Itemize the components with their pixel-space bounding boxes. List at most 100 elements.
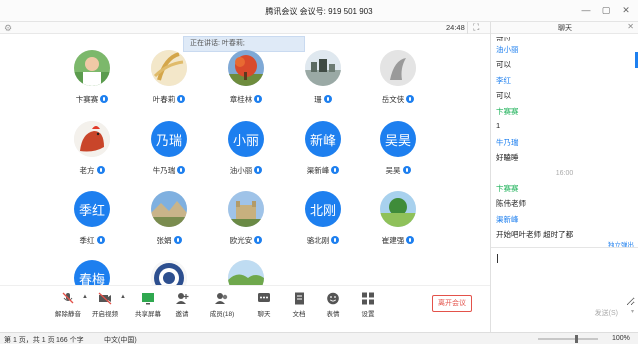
microphone-icon: [323, 95, 332, 104]
participant-name-text: 崔建强: [381, 236, 405, 245]
participant-name-text: 张娟: [156, 236, 172, 245]
participant-tile[interactable]: 张娟: [129, 191, 209, 259]
participant-tile[interactable]: 吴昊 吴昊: [358, 121, 438, 189]
participant-tile[interactable]: 章桂林: [206, 50, 286, 118]
microphone-muted-icon: [61, 292, 75, 305]
video-button[interactable]: 开启视频: [85, 292, 125, 328]
chat-sender[interactable]: 李红: [496, 75, 511, 86]
participant-name: 崔建强: [358, 235, 438, 246]
chat-panel: 聊天 ✕ 可以 油小丽 可以 李红 可以 卞赛赛 1 牛乃瑞 好瞌睡 16:00 卞赛赛 陈伟老师渠…: [490, 22, 638, 332]
participant-tile[interactable]: 老方: [52, 121, 132, 189]
participant-name-text: 老方: [79, 166, 95, 175]
participant-name-text: 岳文侠: [381, 95, 405, 104]
microphone-icon: [254, 95, 263, 104]
maximize-icon[interactable]: ▢: [600, 4, 612, 16]
participant-name-text: 牛乃瑞: [152, 166, 176, 175]
participant-name: 张娟: [129, 235, 209, 246]
participant-name-text: 季红: [79, 236, 95, 245]
microphone-icon: [331, 166, 340, 175]
gear-icon[interactable]: ⚙: [4, 23, 12, 34]
chat-sender[interactable]: 渠新峰: [496, 214, 519, 225]
chat-message-partial: 可以: [496, 36, 511, 41]
minimize-icon[interactable]: —: [580, 4, 592, 16]
microphone-icon: [254, 236, 263, 245]
participant-tile[interactable]: 叶春莉: [129, 50, 209, 118]
participant-tile[interactable]: 珊: [283, 50, 363, 118]
title-bar: 腾讯会议 会议号: 919 501 903 — ▢ ✕: [0, 0, 638, 22]
microphone-icon: [331, 236, 340, 245]
participant-tile[interactable]: 季红 季红: [52, 191, 132, 259]
participant-tile[interactable]: 崔建强: [358, 191, 438, 259]
chat-message-text: 开始吧叶老师 超时了都: [496, 230, 574, 239]
members-icon: [215, 292, 229, 305]
zoom-slider[interactable]: [538, 338, 598, 340]
video-label: 开启视频: [92, 311, 118, 318]
close-chat-icon[interactable]: ✕: [627, 22, 634, 31]
divider: [491, 247, 638, 248]
microphone-icon: [177, 166, 186, 175]
meeting-timer: 24:48: [446, 23, 465, 32]
participant-avatar-photo: [151, 50, 187, 86]
microphone-icon: [177, 95, 186, 104]
participant-name: 卞赛赛: [52, 94, 132, 105]
status-bar: 第 1 页，共 1 页 166 个字 中文(中国) 100%: [0, 332, 638, 344]
participant-name: 珊: [283, 94, 363, 105]
participant-tile[interactable]: 乃瑞 牛乃瑞: [129, 121, 209, 189]
participant-tile[interactable]: 新峰 渠新峰: [283, 121, 363, 189]
members-button[interactable]: 成员(18): [202, 292, 242, 328]
participant-avatar: 乃瑞: [151, 121, 187, 157]
participant-tile[interactable]: 欧光安: [206, 191, 286, 259]
participant-avatar-photo: [151, 191, 187, 227]
close-icon[interactable]: ✕: [620, 4, 632, 16]
chat-sender[interactable]: 卞赛赛: [496, 183, 519, 194]
camera-off-icon: [98, 292, 112, 305]
chat-sender[interactable]: 卞赛赛: [496, 106, 519, 117]
microphone-icon: [254, 166, 263, 175]
participant-name: 欧光安: [206, 235, 286, 246]
window-title: 腾讯会议 会议号: 919 501 903: [265, 7, 373, 16]
emoji-button[interactable]: 表情: [313, 292, 353, 328]
chat-title: 聊天: [558, 25, 572, 32]
participant-tile[interactable]: 小丽 油小丽: [206, 121, 286, 189]
settings-label: 设置: [361, 311, 375, 318]
chat-sender[interactable]: 牛乃瑞: [496, 137, 519, 148]
divider: [467, 22, 468, 34]
participant-name-text: 欧光安: [229, 236, 253, 245]
participant-tile[interactable]: 卞赛赛: [52, 50, 132, 118]
chat-message-text: 好瞌睡: [496, 153, 519, 162]
microphone-icon: [406, 236, 415, 245]
participant-tile[interactable]: 岳文侠: [358, 50, 438, 118]
chat-button[interactable]: 聊天: [244, 292, 284, 328]
members-label: 成员(18): [209, 311, 235, 318]
chat-timestamp: 16:00: [555, 170, 574, 177]
smiley-icon: [326, 292, 340, 305]
participant-name: 牛乃瑞: [129, 165, 209, 176]
text-cursor: [497, 254, 498, 263]
send-button[interactable]: 发送(S): [595, 308, 618, 318]
chat-message-text: 陈伟老师: [496, 199, 526, 208]
zoom-slider-handle[interactable]: [575, 335, 578, 343]
participant-tile[interactable]: 北刚 骆北刚: [283, 191, 363, 259]
chat-input[interactable]: [495, 250, 635, 306]
settings-button[interactable]: 设置: [348, 292, 388, 328]
participant-name: 吴昊: [358, 165, 438, 176]
participant-avatar: 季红: [74, 191, 110, 227]
participant-avatar: 小丽: [228, 121, 264, 157]
chat-sender[interactable]: 油小丽: [496, 44, 519, 55]
leave-meeting-button[interactable]: 离开会议: [432, 295, 472, 312]
invite-button[interactable]: 邀请: [162, 292, 202, 328]
send-options-chevron-icon[interactable]: ▾: [631, 308, 634, 315]
zoom-level: 100%: [612, 335, 630, 342]
participant-name: 季红: [52, 235, 132, 246]
participant-avatar-photo: [380, 50, 416, 86]
participant-avatar-photo: [380, 191, 416, 227]
fullscreen-icon[interactable]: ⛶: [473, 22, 479, 33]
participant-name: 岳文侠: [358, 94, 438, 105]
microphone-icon: [96, 236, 105, 245]
participant-name-text: 珊: [314, 95, 322, 104]
video-options-chevron-icon[interactable]: ▲: [120, 294, 126, 300]
chat-bubble-icon: [257, 292, 271, 305]
participant-name-text: 渠新峰: [306, 166, 330, 175]
invite-label: 邀请: [175, 311, 189, 318]
participant-name-text: 章桂林: [229, 95, 253, 104]
